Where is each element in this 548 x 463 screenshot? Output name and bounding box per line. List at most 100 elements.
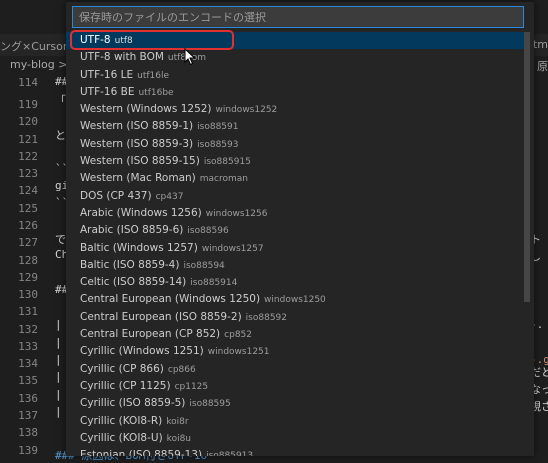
line-number: 114 [18, 76, 38, 89]
encoding-option[interactable]: Cyrillic (CP 1125) cp1125 [66, 378, 524, 395]
encoding-option[interactable]: Western (ISO 8859-15) iso885915 [66, 153, 524, 170]
encoding-option[interactable]: Western (Windows 1252) windows1252 [66, 101, 524, 118]
code-fragment: | [55, 318, 62, 331]
encoding-option[interactable]: Western (Mac Roman) macroman [66, 170, 524, 187]
line-number: 119 [18, 98, 38, 111]
encoding-option-id: iso88594 [183, 260, 225, 271]
encoding-option-id: iso88593 [197, 139, 239, 150]
line-number: 134 [18, 357, 38, 371]
encoding-option-id: iso88591 [197, 122, 239, 133]
encoding-option-label: Baltic (Windows 1257) [80, 241, 198, 254]
line-number: 137 [18, 409, 38, 423]
encoding-option-id: utf16le [137, 70, 170, 81]
encoding-option-id: macroman [199, 174, 248, 185]
encoding-option[interactable]: Celtic (ISO 8859-14) iso885914 [66, 274, 524, 291]
encoding-quick-pick: UTF-8utf8UTF-8 with BOMutf8bomUTF-16 LEu… [66, 2, 534, 456]
encoding-option-label: Western (Windows 1252) [80, 103, 212, 116]
encoding-option[interactable]: Cyrillic (KOI8-U) koi8u [66, 430, 524, 447]
encoding-option-label: Arabic (ISO 8859-6) [80, 224, 184, 237]
encoding-option-label: Central European (Windows 1250) [80, 293, 261, 306]
encoding-option[interactable]: DOS (CP 437) cp437 [66, 188, 524, 205]
line-number: 123 [18, 167, 38, 181]
encoding-option-label: Baltic (ISO 8859-4) [80, 258, 180, 271]
code-fragment: | [55, 353, 62, 366]
encoding-option-id: iso88595 [189, 399, 231, 410]
line-number: 124 [18, 184, 38, 198]
line-number: 127 [18, 236, 38, 250]
encoding-option-label: Cyrillic (KOI8-U) [80, 431, 163, 444]
code-fragment: 「 [55, 94, 66, 107]
encoding-option[interactable]: Baltic (ISO 8859-4) iso88594 [66, 257, 524, 274]
line-number: 121 [18, 132, 38, 146]
encoding-option-label: Western (ISO 8859-15) [80, 155, 200, 168]
encoding-option-id: utf16be [138, 87, 174, 98]
encoding-option-label: Estonian (ISO 8859-13) [80, 449, 203, 456]
encoding-option[interactable]: Estonian (ISO 8859-13)iso885913 [66, 447, 524, 456]
encoding-option-label: UTF-16 BE [80, 85, 135, 98]
line-number: 133 [18, 339, 38, 353]
line-number: 125 [18, 201, 38, 215]
encoding-option-label: DOS (CP 437) [80, 189, 152, 202]
encoding-option-id: cp437 [155, 191, 184, 202]
encoding-option[interactable]: Arabic (ISO 8859-6) iso88596 [66, 222, 524, 239]
line-number-gutter: 114 119 120 121 122 123 124 125 126 127 128 129 130 1… [0, 74, 48, 457]
code-fragment: | [55, 405, 62, 418]
encoding-option[interactable]: Cyrillic (ISO 8859-5) iso88595 [66, 395, 524, 412]
encoding-option-id: cp852 [224, 330, 252, 341]
list-scrollbar[interactable] [524, 32, 530, 302]
encoding-option-label: UTF-16 LE [80, 68, 134, 81]
encoding-option-label: Western (ISO 8859-3) [80, 137, 194, 150]
encoding-option-label: UTF-8 with BOM [80, 51, 164, 64]
encoding-option-id: cp866 [167, 364, 196, 375]
encoding-option[interactable]: Western (ISO 8859-1) iso88591 [66, 118, 524, 135]
encoding-option[interactable]: Central European (CP 852) cp852 [66, 326, 524, 343]
encoding-option[interactable]: Cyrillic (KOI8-R) koi8r [66, 413, 524, 430]
encoding-list: UTF-8utf8UTF-8 with BOMutf8bomUTF-16 LEu… [66, 32, 524, 456]
encoding-option-id: iso885914 [190, 278, 238, 289]
encoding-option[interactable]: Central European (ISO 8859-2) iso88592 [66, 309, 524, 326]
encoding-option-label: Cyrillic (ISO 8859-5) [80, 397, 186, 410]
line-number: 131 [18, 305, 38, 319]
encoding-option-label: Western (Mac Roman) [80, 172, 196, 185]
encoding-option-label: Celtic (ISO 8859-14) [80, 276, 187, 289]
line-number: 120 [18, 115, 38, 129]
encoding-option-id: koi8r [166, 416, 189, 427]
encoding-option-id: iso885913 [206, 451, 253, 456]
line-number: 128 [18, 253, 38, 267]
encoding-option-id: windows1251 [207, 347, 270, 358]
encoding-option[interactable]: UTF-16 BE utf16be [66, 84, 524, 101]
code-fragment: | [55, 370, 62, 383]
encoding-option-id: iso885915 [203, 157, 251, 168]
encoding-option-id: windows1257 [201, 243, 264, 254]
encoding-option-id: cp1125 [174, 381, 209, 392]
annotation-highlight [70, 30, 234, 50]
encoding-option-id: iso88592 [245, 312, 287, 323]
encoding-option-label: Central European (ISO 8859-2) [80, 310, 242, 323]
line-number: 139 [18, 443, 38, 457]
editor-tab[interactable]: ング×Cursor [0, 38, 67, 54]
encoding-option-label: Western (ISO 8859-1) [80, 120, 194, 133]
code-fragment: で [55, 233, 66, 246]
encoding-option[interactable]: Cyrillic (Windows 1251) windows1251 [66, 343, 524, 360]
encoding-option[interactable]: Western (ISO 8859-3) iso88593 [66, 136, 524, 153]
mouse-pointer-icon [184, 48, 196, 66]
encoding-option[interactable]: UTF-8 with BOMutf8bom [66, 49, 524, 66]
encoding-option-label: Cyrillic (KOI8-R) [80, 414, 163, 427]
encoding-option-label: Cyrillic (Windows 1251) [80, 345, 204, 358]
encoding-option[interactable]: Arabic (Windows 1256) windows1256 [66, 205, 524, 222]
line-number: 135 [18, 374, 38, 388]
encoding-option-id: windows1250 [264, 295, 326, 306]
encoding-search-input[interactable] [72, 6, 524, 28]
encoding-option-label: Arabic (Windows 1256) [80, 206, 202, 219]
encoding-option-id: windows1256 [205, 208, 268, 219]
encoding-option-label: Cyrillic (CP 866) [80, 362, 164, 375]
line-number: 132 [18, 322, 38, 336]
code-fragment: と [55, 129, 66, 142]
code-fragment: | [55, 336, 62, 349]
encoding-option[interactable]: Central European (Windows 1250) windows12… [66, 291, 524, 308]
line-number: 130 [18, 288, 38, 302]
encoding-option[interactable]: Cyrillic (CP 866) cp866 [66, 361, 524, 378]
line-number: 136 [18, 391, 38, 405]
encoding-option[interactable]: Baltic (Windows 1257) windows1257 [66, 240, 524, 257]
encoding-option[interactable]: UTF-16 LE utf16le [66, 67, 524, 84]
